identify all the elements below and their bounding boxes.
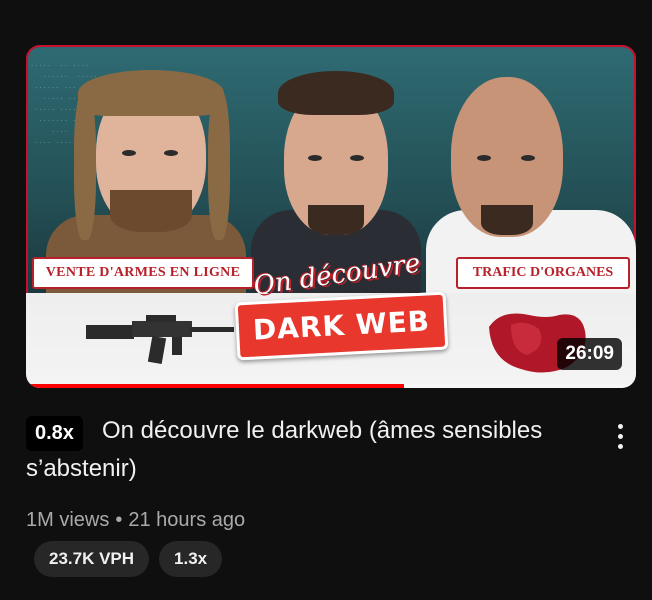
- video-title[interactable]: On découvre le darkweb (âmes sensibles s…: [26, 412, 586, 488]
- watch-progress-track: [26, 384, 636, 388]
- video-card[interactable]: ..... .. .... ...... ..... ...... ... ..…: [0, 0, 652, 600]
- tag-organs: TRAFIC D'ORGANES: [456, 257, 630, 289]
- stat-chips: 23.7K VPH 1.3x: [34, 541, 223, 577]
- rifle-icon: [86, 315, 234, 365]
- meta-separator: •: [115, 509, 123, 531]
- multiplier-chip: 1.3x: [159, 541, 223, 577]
- person-middle-face: [278, 71, 394, 235]
- duration-badge: 26:09: [557, 338, 622, 370]
- upload-age: 21 hours ago: [128, 509, 246, 531]
- person-left-face: [74, 70, 230, 240]
- view-count: 1M views: [26, 509, 110, 531]
- watch-progress-fill: [26, 384, 405, 388]
- tag-weapons: VENTE D'ARMES EN LIGNE: [32, 257, 254, 289]
- vph-chip: 23.7K VPH: [34, 541, 150, 577]
- thumbnail-headline: DARK WEB: [234, 291, 449, 361]
- vertical-ellipsis-icon[interactable]: [608, 418, 632, 454]
- video-metadata: 1M views • 21 hours ago: [26, 509, 245, 532]
- speed-badge: 0.8x: [26, 416, 83, 451]
- thumbnail-artwork: ..... .. .... ...... ..... ...... ... ..…: [26, 45, 636, 388]
- person-right-face: [451, 77, 563, 237]
- video-thumbnail[interactable]: ..... .. .... ...... ..... ...... ... ..…: [26, 45, 636, 388]
